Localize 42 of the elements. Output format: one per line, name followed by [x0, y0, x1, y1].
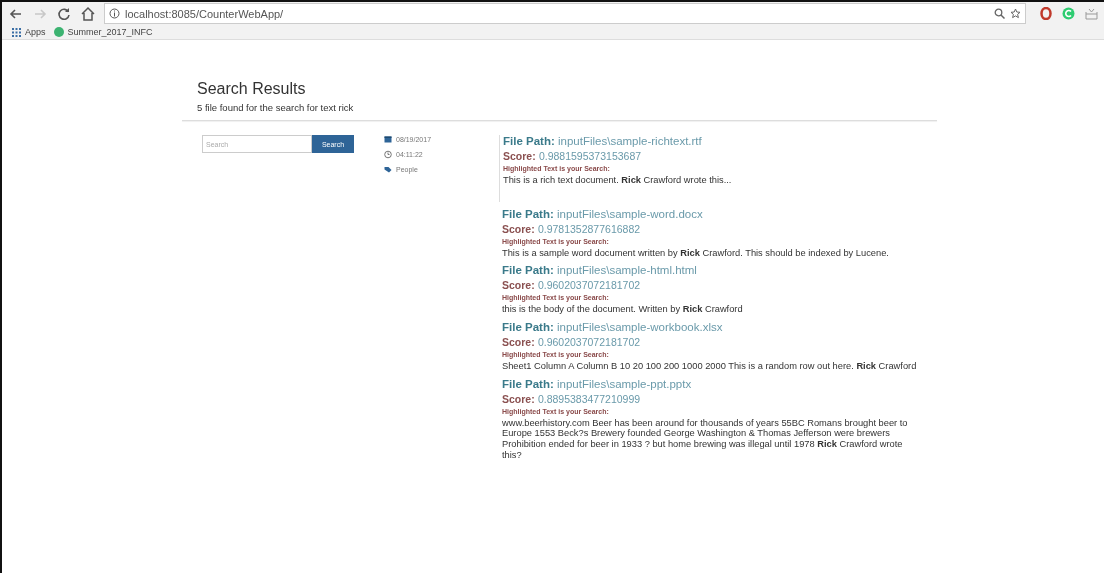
grid-icon	[12, 27, 21, 37]
clock-icon	[384, 150, 392, 159]
file-path: inputFiles\sample-word.docx	[556, 207, 703, 220]
score-label: Score:	[502, 279, 535, 292]
result-snippet: www.beerhistory.com Beer has been around for thousands of years 55BC Romans brought beer to Europe 1553 Beck?s Brewery founded George Washington & Thomas Jefferson were brewers Prohibition ended for beer in 1933 ? but home brewing was illegal until 1978 Rick Crawford wrote this?	[502, 417, 909, 461]
info-icon	[109, 8, 120, 19]
zoom-icon[interactable]	[994, 8, 1005, 19]
address-bar[interactable]: localhost:8085/CounterWebApp/	[104, 3, 1026, 24]
file-path-label: File Path:	[502, 377, 554, 390]
file-path-label: File Path:	[502, 264, 554, 277]
result-snippet: this is the body of the document. Written by Rick Crawford	[502, 304, 744, 316]
result-snippet: Sheet1 Column A Column B 10 20 100 200 1000 2000 This is a random row out here. Rick Crawford	[502, 361, 918, 372]
score-label: Score:	[502, 336, 535, 349]
file-path-label: File Path:	[503, 135, 555, 147]
calendar-icon	[384, 135, 392, 144]
score-label: Score:	[503, 150, 536, 162]
score-value: 0.9602037072181702	[537, 279, 641, 292]
star-icon[interactable]	[1010, 8, 1021, 19]
home-button[interactable]	[80, 5, 96, 22]
ring-icon[interactable]	[1040, 7, 1052, 20]
score-value: 0.8895383477210999	[537, 392, 641, 405]
result-snippet: This is a sample word document written by Rick Crawford. This should be indexed by Lucene.	[502, 247, 890, 259]
score-value: 0.9602037072181702	[537, 336, 641, 349]
file-path: inputFiles\sample-workbook.xlsx	[556, 321, 723, 334]
url-text: localhost:8085/CounterWebApp/	[125, 7, 284, 20]
score-value: 0.9781352877616882	[537, 222, 641, 235]
site-icon	[53, 27, 64, 37]
score-value: 0.9881595373153687	[538, 150, 642, 162]
result-summary: 5 file found for the search for text rick	[196, 102, 355, 113]
score-label: Score:	[502, 222, 535, 235]
file-path-label: File Path:	[502, 321, 554, 334]
tags-icon	[384, 165, 392, 174]
file-path: inputFiles\sample-ppt.pptx	[556, 377, 692, 390]
bookmark-link[interactable]: Summer_2017_INFC	[53, 27, 153, 37]
file-path: inputFiles\sample-html.html	[556, 264, 697, 277]
reload-button[interactable]	[56, 5, 72, 22]
bookmark-link[interactable]: Apps	[12, 27, 46, 37]
result-snippet: This is a rich text document. Rick Crawford wrote this...	[503, 175, 733, 186]
score-label: Score:	[502, 392, 535, 405]
file-path-label: File Path:	[502, 207, 554, 220]
file-path: inputFiles\sample-richtext.rtf	[557, 135, 702, 147]
page-title: Search Results	[196, 80, 307, 98]
